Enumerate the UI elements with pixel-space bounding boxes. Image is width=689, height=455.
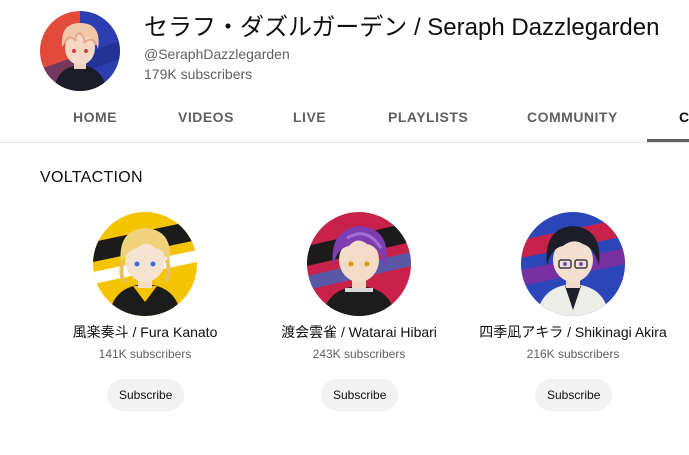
active-tab-indicator <box>647 139 689 142</box>
channel-card-avatar[interactable] <box>307 212 411 316</box>
tab-channels[interactable]: C <box>679 98 689 142</box>
channel-card-subscriber-count: 243K subscribers <box>312 347 406 361</box>
subscribe-button[interactable]: Subscribe <box>321 379 399 411</box>
channel-tabs: HOME VIDEOS LIVE PLAYLISTS COMMUNITY C <box>0 98 689 143</box>
channel-card-name[interactable]: 渡会雲雀 / Watarai Hibari <box>254 322 464 342</box>
channel-subscriber-count: 179K subscribers <box>144 66 253 82</box>
channel-card-subscriber-count: 216K subscribers <box>526 347 620 361</box>
channel-card: 四季凪アキラ / Shikinagi Akira 216K subscriber… <box>468 212 678 422</box>
tab-community[interactable]: COMMUNITY <box>527 98 618 142</box>
channel-avatar[interactable] <box>40 11 120 91</box>
channel-title: セラフ・ダズルガーデン / Seraph Dazzlegarden <box>144 14 660 41</box>
section-title: VOLTACTION <box>40 169 143 186</box>
channel-card-name[interactable]: 四季凪アキラ / Shikinagi Akira <box>468 322 678 342</box>
channel-page: セラフ・ダズルガーデン / Seraph Dazzlegarden @Serap… <box>0 0 689 455</box>
tab-home[interactable]: HOME <box>73 98 117 142</box>
channel-card: 渡会雲雀 / Watarai Hibari 243K subscribers S… <box>254 212 464 422</box>
channel-card-avatar[interactable] <box>93 212 197 316</box>
channel-header: セラフ・ダズルガーデン / Seraph Dazzlegarden @Serap… <box>0 0 689 98</box>
channel-card: 風楽奏斗 / Fura Kanato 141K subscribers Subs… <box>40 212 250 422</box>
tab-playlists[interactable]: PLAYLISTS <box>388 98 468 142</box>
channel-handle: @SeraphDazzlegarden <box>144 46 290 62</box>
tab-live[interactable]: LIVE <box>293 98 326 142</box>
channel-card-name[interactable]: 風楽奏斗 / Fura Kanato <box>40 322 250 342</box>
subscribe-button[interactable]: Subscribe <box>535 379 613 411</box>
subscribe-button[interactable]: Subscribe <box>107 379 185 411</box>
tab-videos[interactable]: VIDEOS <box>178 98 234 142</box>
channel-card-subscriber-count: 141K subscribers <box>98 347 192 361</box>
channel-card-avatar[interactable] <box>521 212 625 316</box>
